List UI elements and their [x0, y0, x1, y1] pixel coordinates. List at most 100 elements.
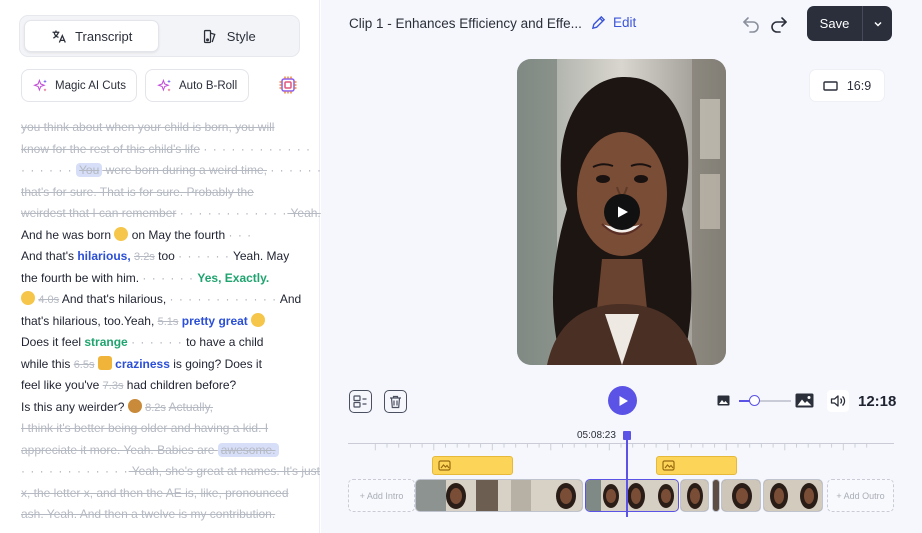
add-outro-button[interactable]: + Add Outro — [827, 479, 894, 512]
tab-style[interactable]: Style — [163, 20, 296, 52]
pause-marker[interactable]: · · · · · · · · · · · · — [203, 142, 311, 156]
transcript-word[interactable]: had children before? — [123, 378, 236, 392]
deleted-text[interactable]: Yeah. — [287, 206, 321, 220]
layout-icon — [353, 395, 367, 408]
transcript-word[interactable]: that's hilarious, too.Yeah, — [21, 314, 154, 328]
emphasis-word[interactable]: Yes, Exactly. — [197, 271, 269, 285]
transcript-word[interactable]: And — [277, 292, 301, 306]
wink-emoji-icon — [21, 291, 35, 305]
transcript-line: ash. Yeah. And then a twelve is my contr… — [21, 504, 306, 526]
broll-segment[interactable] — [656, 456, 737, 475]
save-button-group: Save — [807, 6, 892, 41]
auto-broll-button[interactable]: Auto B-Roll — [145, 69, 249, 102]
redo-icon[interactable] — [769, 14, 789, 34]
pause-marker[interactable]: · · · · · · — [131, 335, 183, 349]
pause-marker[interactable]: · · · · · · · · · · · · — [180, 206, 288, 220]
transcript-word[interactable]: while this — [21, 357, 74, 371]
timeline-clip[interactable] — [680, 479, 709, 512]
save-options-button[interactable] — [863, 6, 892, 41]
pause-marker[interactable]: · · · — [228, 228, 252, 242]
deleted-text[interactable]: know for the rest of this child's life — [21, 142, 200, 156]
pause-duration[interactable]: 8.2s — [145, 402, 166, 414]
deleted-text[interactable]: I think it's better being older and havi… — [21, 421, 268, 435]
pause-marker[interactable]: · · · · · · — [142, 271, 194, 285]
transcript-line: know for the rest of this child's life ·… — [21, 139, 310, 161]
transcript-word[interactable]: to have a child — [183, 335, 263, 349]
pause-marker[interactable]: · · · · · · — [21, 163, 73, 177]
sparkle-icon — [33, 78, 47, 92]
deleted-text[interactable]: you think about when your child is born,… — [21, 120, 274, 134]
delete-button[interactable] — [384, 390, 407, 413]
timeline-clip[interactable] — [721, 479, 761, 512]
broll-segment[interactable] — [432, 456, 513, 475]
playhead-line — [626, 440, 628, 517]
pause-duration[interactable]: 3.2s — [134, 251, 155, 263]
image-large-icon — [795, 393, 814, 408]
transcript-line: Does it feel strange · · · · · · to have… — [21, 332, 306, 354]
save-button[interactable]: Save — [807, 6, 863, 41]
tab-transcript[interactable]: Transcript — [24, 20, 159, 52]
transcript-word[interactable]: Does it feel — [21, 335, 84, 349]
deleted-text[interactable]: that's for sure. That is for sure. Proba… — [21, 185, 254, 199]
timeline-ruler[interactable] — [348, 443, 894, 453]
pause-duration[interactable]: 6.5s — [74, 359, 95, 371]
transcript-word[interactable]: the fourth be with him. — [21, 271, 139, 285]
deleted-text[interactable]: Actually, — [169, 400, 213, 414]
transcript-word[interactable]: on May the fourth — [128, 228, 225, 242]
transcript-text: you think about when your child is born,… — [21, 117, 321, 526]
timeline-play-button[interactable] — [608, 386, 637, 415]
deleted-text[interactable]: Yeah, she's great at names. It's just — [129, 464, 320, 478]
timeline-clip[interactable] — [415, 479, 583, 512]
deleted-text[interactable]: weirdest that I can remember — [21, 206, 176, 220]
zoom-slider-handle[interactable] — [749, 395, 761, 406]
transcript-word[interactable]: And that's — [21, 249, 77, 263]
pause-marker[interactable]: · · · · · · — [270, 163, 322, 177]
transcript-line: And that's hilarious, 3.2s too · · · · ·… — [21, 246, 306, 268]
pause-duration[interactable]: 7.3s — [103, 380, 124, 392]
timeline-clip-selected[interactable] — [585, 479, 679, 512]
split-layout-button[interactable] — [349, 390, 372, 413]
clip-thumbnail — [681, 480, 708, 511]
deleted-text[interactable]: x, the letter x, and then the AE is, lik… — [21, 486, 289, 500]
transcript-word[interactable]: Yeah. May — [230, 249, 289, 263]
aspect-ratio-icon — [823, 80, 838, 91]
pause-marker[interactable]: · · · · · · · · · · · · — [21, 464, 129, 478]
playhead-handle[interactable] — [623, 431, 631, 440]
transcript-word[interactable]: is going? Does it — [170, 357, 262, 371]
transcript-word[interactable]: Is this any weirder? — [21, 400, 124, 414]
transcript-line: appreciate it more. Yeah. Babies are awe… — [21, 440, 306, 462]
emphasis-word[interactable]: pretty great — [182, 314, 248, 328]
undo-icon[interactable] — [741, 14, 761, 34]
emphasis-word[interactable]: strange — [84, 335, 127, 349]
edit-title-button[interactable]: Edit — [591, 15, 636, 30]
thumbs-up-emoji-icon — [97, 355, 112, 370]
pause-marker[interactable]: · · · · · · · · · · · · — [170, 292, 278, 306]
transcript-line: while this 6.5s craziness is going? Does… — [21, 354, 306, 376]
transcript-word[interactable]: too — [155, 249, 178, 263]
transcript-word[interactable]: feel like you've — [21, 378, 103, 392]
transcript-line: x, the letter x, and then the AE is, lik… — [21, 483, 306, 505]
pause-duration[interactable]: 5.1s — [158, 316, 179, 328]
clip-title: Clip 1 - Enhances Efficiency and Effe... — [349, 16, 582, 31]
deleted-text[interactable]: appreciate it more. Yeah. Babies are — [21, 443, 218, 457]
emphasis-word[interactable]: craziness — [115, 357, 170, 371]
video-play-button[interactable] — [604, 194, 640, 230]
timeline-clip[interactable] — [763, 479, 823, 512]
panel-tabs: Transcript Style — [19, 15, 300, 57]
emphasis-word[interactable]: hilarious, — [77, 249, 130, 263]
highlighted-word[interactable]: You — [76, 163, 103, 177]
pause-marker[interactable]: · · · · · · — [178, 249, 230, 263]
highlighted-word[interactable]: awesome. — [217, 442, 279, 457]
transcript-word[interactable]: And he was born — [21, 228, 111, 242]
add-intro-button[interactable]: + Add Intro — [348, 479, 415, 512]
volume-button[interactable] — [827, 390, 849, 412]
clip-thumbnail — [713, 480, 719, 511]
pause-duration[interactable]: 4.0s — [38, 294, 59, 306]
ai-chip-icon[interactable] — [278, 75, 298, 95]
timeline-clip[interactable] — [712, 479, 720, 512]
deleted-text[interactable]: were born during a weird time, — [102, 163, 267, 177]
transcript-word[interactable]: And that's hilarious, — [59, 292, 166, 306]
deleted-text[interactable]: ash. Yeah. And then a twelve is my contr… — [21, 507, 275, 521]
magic-ai-cuts-button[interactable]: Magic AI Cuts — [21, 69, 137, 102]
aspect-ratio-button[interactable]: 16:9 — [810, 70, 884, 101]
